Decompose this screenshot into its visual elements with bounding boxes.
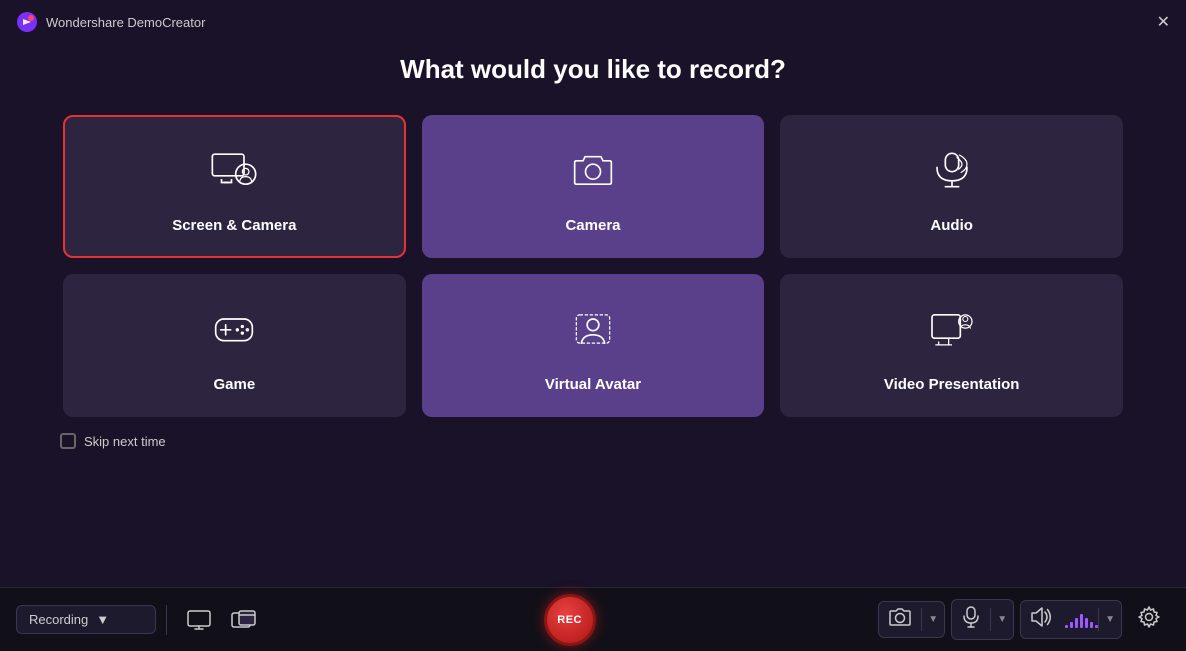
page-title: What would you like to record?	[60, 54, 1126, 85]
app-title: Wondershare DemoCreator	[46, 15, 205, 30]
video-presentation-icon	[927, 304, 977, 362]
option-label-video-presentation: Video Presentation	[884, 376, 1020, 393]
volume-bar-3	[1080, 614, 1083, 628]
rec-label: REC	[557, 614, 582, 626]
game-icon	[209, 304, 259, 362]
window-icon	[231, 610, 257, 630]
rec-button[interactable]: REC	[544, 594, 596, 646]
title-bar: Wondershare DemoCreator ✕	[0, 0, 1186, 44]
volume-bars	[1065, 612, 1098, 628]
skip-row: Skip next time	[0, 417, 1186, 449]
mic-dropdown-arrow[interactable]: ▼	[990, 608, 1013, 631]
skip-checkbox[interactable]	[60, 433, 76, 449]
options-grid: Screen & Camera Camera Audio Game Virtua…	[63, 115, 1123, 417]
option-label-virtual-avatar: Virtual Avatar	[545, 376, 641, 393]
camera-toggle-button[interactable]	[879, 602, 921, 637]
toolbar-divider-1	[166, 605, 167, 635]
app-logo-icon	[16, 11, 38, 33]
window-capture-button[interactable]	[221, 604, 267, 636]
option-card-video-presentation[interactable]: Video Presentation	[780, 274, 1123, 417]
speaker-dropdown-arrow[interactable]: ▼	[1098, 608, 1121, 631]
option-card-virtual-avatar[interactable]: Virtual Avatar	[422, 274, 765, 417]
dropdown-arrow-icon: ▼	[96, 612, 143, 627]
option-label-game: Game	[213, 376, 255, 393]
speaker-toggle-group: ▼	[1020, 600, 1122, 639]
title-bar-left: Wondershare DemoCreator	[16, 11, 205, 33]
recording-dropdown[interactable]: Recording ▼	[16, 605, 156, 634]
camera-dropdown-arrow[interactable]: ▼	[921, 608, 944, 631]
speaker-icon	[1031, 607, 1053, 627]
option-label-screen-camera: Screen & Camera	[172, 217, 296, 234]
speaker-toggle-button[interactable]	[1021, 601, 1063, 638]
option-card-game[interactable]: Game	[63, 274, 406, 417]
bottom-toolbar: Recording ▼ REC ▼	[0, 587, 1186, 651]
screen-capture-button[interactable]	[177, 604, 221, 636]
close-button[interactable]: ✕	[1157, 12, 1170, 32]
camera-icon	[889, 608, 911, 626]
settings-button[interactable]	[1128, 600, 1170, 640]
volume-bar-2	[1075, 618, 1078, 628]
volume-bar-1	[1070, 622, 1073, 628]
camera-toggle-group: ▼	[878, 601, 945, 638]
virtual-avatar-icon	[568, 304, 618, 362]
volume-bar-5	[1090, 622, 1093, 628]
option-card-camera[interactable]: Camera	[422, 115, 765, 258]
option-card-screen-camera[interactable]: Screen & Camera	[63, 115, 406, 258]
settings-icon	[1138, 606, 1160, 628]
option-card-audio[interactable]: Audio	[780, 115, 1123, 258]
camera-icon	[568, 145, 618, 203]
recording-dropdown-label: Recording	[29, 612, 88, 627]
option-label-audio: Audio	[930, 217, 973, 234]
mic-toggle-button[interactable]	[952, 600, 990, 639]
mic-toggle-group: ▼	[951, 599, 1014, 640]
volume-bar-4	[1085, 618, 1088, 628]
option-label-camera: Camera	[565, 217, 620, 234]
mic-icon	[962, 606, 980, 628]
audio-icon	[927, 145, 977, 203]
screen-icon	[187, 610, 211, 630]
main-content: What would you like to record? Screen & …	[0, 54, 1186, 417]
skip-label: Skip next time	[84, 434, 166, 449]
screen-camera-icon	[209, 145, 259, 203]
volume-bar-0	[1065, 625, 1068, 628]
